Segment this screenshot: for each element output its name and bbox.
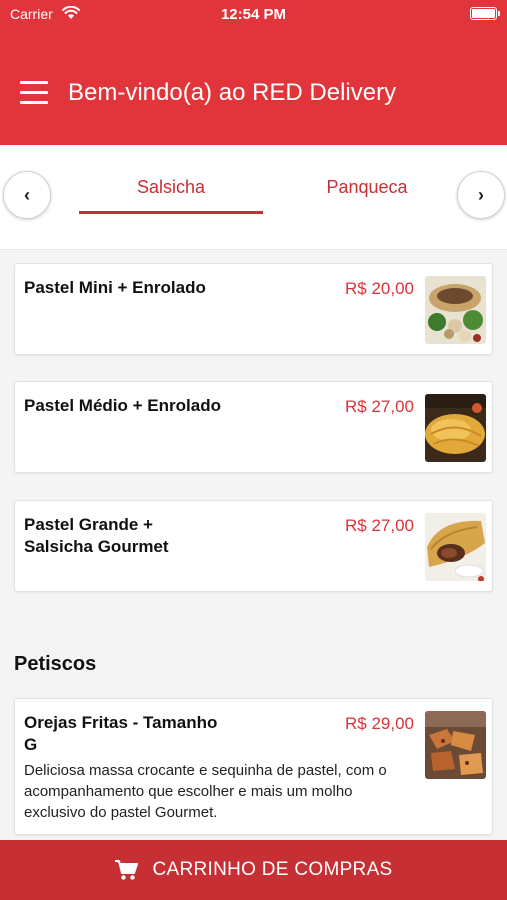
product-image <box>425 711 486 779</box>
product-price: R$ 27,00 <box>345 397 414 416</box>
chevron-left-icon: ‹ <box>24 184 30 205</box>
tab-salsicha[interactable]: Salsicha <box>79 177 263 198</box>
product-description: Deliciosa massa crocante e sequinha de p… <box>24 762 387 821</box>
chevron-right-icon: › <box>478 184 484 205</box>
product-card[interactable]: Pastel Médio + Enrolado R$ 27,00 <box>14 381 493 473</box>
page-title: Bem-vindo(a) ao RED Delivery <box>68 79 397 106</box>
product-card[interactable]: Pastel Mini + Enrolado R$ 20,00 <box>14 263 493 355</box>
prev-category-button[interactable]: ‹ <box>3 171 51 219</box>
product-image <box>425 513 486 581</box>
shopping-cart-icon <box>115 860 139 880</box>
product-image <box>425 394 486 462</box>
product-price: R$ 20,00 <box>345 279 414 298</box>
cart-button[interactable]: CARRINHO DE COMPRAS <box>0 840 507 900</box>
status-bar: Carrier 12:54 PM <box>0 0 507 30</box>
product-name: Pastel Grande + Salsicha Gourmet <box>24 515 169 556</box>
product-name: Orejas Fritas - Tamanho G <box>24 713 218 754</box>
cart-label: CARRINHO DE COMPRAS <box>152 859 393 880</box>
product-image <box>425 276 486 344</box>
product-card[interactable]: Orejas Fritas - Tamanho G R$ 29,00 Delic… <box>14 698 493 835</box>
product-price: R$ 27,00 <box>345 516 414 535</box>
battery-icon <box>470 7 500 20</box>
next-category-button[interactable]: › <box>457 171 505 219</box>
active-tab-indicator <box>79 211 263 214</box>
app-header: Carrier 12:54 PM Bem-vindo(a) ao RED Del… <box>0 0 507 145</box>
status-time: 12:54 PM <box>220 6 287 23</box>
product-price: R$ 29,00 <box>345 714 414 733</box>
product-name: Pastel Mini + Enrolado <box>24 278 206 297</box>
product-card[interactable]: Pastel Grande + Salsicha Gourmet R$ 27,0… <box>14 500 493 592</box>
tab-panqueca[interactable]: Panqueca <box>300 177 434 198</box>
section-title: Petiscos <box>14 653 97 675</box>
product-name: Pastel Médio + Enrolado <box>24 396 221 415</box>
hamburger-menu-icon[interactable] <box>20 81 48 105</box>
category-tabbar: ‹ Salsicha Panqueca › <box>0 145 507 250</box>
